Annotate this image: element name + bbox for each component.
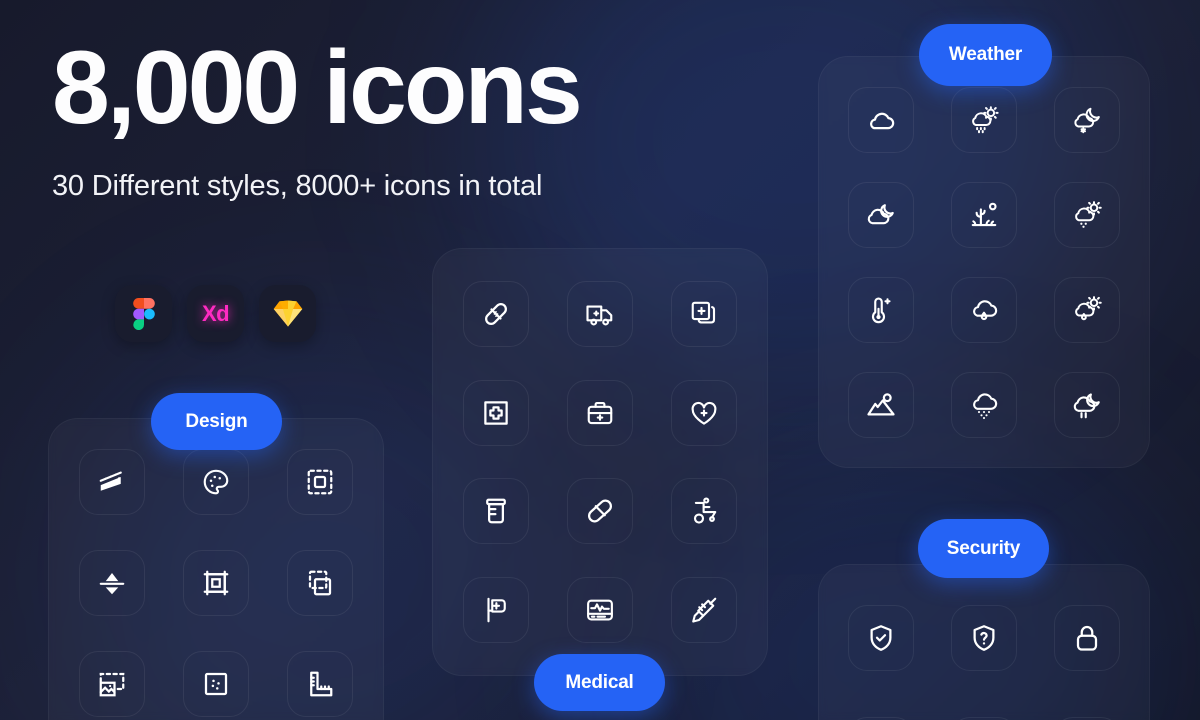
icon-tile-cloud-drizzle[interactable] [950,276,1017,343]
icon-tile-sun-rain[interactable] [950,86,1017,153]
cloud-drizzle-icon [973,299,998,320]
icon-tile-syringe[interactable] [671,577,737,644]
icon-tile-image-placeholder[interactable] [79,650,145,717]
category-pill-weather[interactable]: Weather [919,24,1052,86]
figma-icon [132,297,155,330]
icon-tile-ambulance[interactable] [567,280,633,347]
icon-tile-moon-snow[interactable] [1053,86,1120,153]
icon-tile-wheelchair[interactable] [671,478,737,545]
icon-tile-shield-check[interactable] [848,605,915,671]
app-logo-adobe-xd[interactable]: Xd [187,285,244,342]
icon-tile-medical-records[interactable] [671,280,737,347]
icon-tile-shield-question[interactable] [950,605,1017,671]
icon-tile-heart-monitor[interactable] [567,577,633,644]
icon-tile-selection-dashed[interactable] [287,449,353,516]
medical-kit-icon [587,401,613,424]
icon-tile-cloud-rain[interactable] [1053,371,1120,438]
shield-question-icon [973,625,995,651]
category-panel-medical [432,248,768,676]
category-panel-weather [818,56,1150,468]
icon-tile-paint-palette[interactable] [183,449,249,516]
category-panel-design [48,418,384,720]
sun-cloud-drop-icon [1074,295,1102,320]
desert-temperature-icon [971,202,997,226]
icon-tile-ruler-square[interactable] [287,650,353,717]
icon-tile-cloud-moon[interactable] [848,181,915,248]
icon-tile-scatter-dots[interactable] [183,650,249,717]
ruler-square-icon [310,671,333,697]
category-pill-medical[interactable]: Medical [534,654,665,711]
icon-tile-frame[interactable] [183,549,249,616]
syringe-icon [692,597,717,623]
shield-check-icon [870,625,892,651]
icon-tile-mountain-sun[interactable] [848,371,915,438]
category-panel-security [818,564,1150,720]
selection-dashed-icon [307,469,333,495]
icon-tile-cloud[interactable] [848,86,915,153]
icon-tile-iv-drip[interactable] [463,577,529,644]
bandage-icon [485,302,507,325]
app-logo-sketch[interactable] [259,285,316,342]
heart-plus-icon [691,401,717,425]
app-logo-figma[interactable] [115,285,172,342]
icon-tile-pill-bottle[interactable] [463,478,529,545]
sun-rain-icon [972,105,999,133]
sun-snow-icon [1074,200,1102,228]
page-subtitle: 30 Different styles, 8000+ icons in tota… [52,169,543,202]
icon-tile-first-aid-frame[interactable] [463,379,529,446]
icon-tile-flip-vertical[interactable] [79,549,145,616]
color-gradient-icon [99,471,122,492]
medical-records-icon [691,301,716,324]
category-pill-security[interactable]: Security [918,519,1049,578]
icon-tile-cloud-hail[interactable] [950,371,1017,438]
icon-tile-medical-kit[interactable] [567,379,633,446]
pill-bottle-icon [486,499,506,524]
cloud-hail-icon [973,392,998,419]
scatter-dots-icon [204,672,228,695]
sketch-icon [273,300,302,327]
page-title: 8,000 icons [52,30,583,146]
duplicate-dashed-icon [308,570,332,596]
cloud-rain-icon [1073,392,1100,418]
cloud-moon-icon [868,203,895,224]
supported-apps-row: Xd [115,285,316,342]
heart-monitor-icon [587,599,613,621]
frame-icon [203,570,229,596]
icon-tile-bandage[interactable] [463,280,529,347]
lock-icon [1076,625,1097,651]
mountain-sun-icon [867,392,895,415]
flip-vertical-icon [99,572,125,595]
icon-tile-duplicate-dashed[interactable] [287,549,353,616]
adobe-xd-label: Xd [201,300,230,326]
icon-tile-sun-snow[interactable] [1053,181,1120,248]
ambulance-icon [586,305,613,326]
icon-tile-heart-plus[interactable] [671,379,737,446]
poster-stage: 8,000 icons 30 Different styles, 8000+ i… [0,0,1200,720]
iv-drip-icon [487,597,506,623]
moon-snow-icon [1074,107,1100,133]
category-pill-design[interactable]: Design [151,393,282,450]
paint-palette-icon [203,470,229,495]
hero-text-block: 8,000 icons 30 Different styles, 8000+ i… [52,30,583,203]
cloud-icon [870,112,895,129]
thermometer-icon [872,297,891,323]
first-aid-frame-icon [484,400,508,425]
icon-tile-capsule[interactable] [567,478,633,545]
icon-tile-lock[interactable] [1053,605,1120,671]
image-placeholder-icon [99,672,125,697]
icon-tile-thermometer[interactable] [848,276,915,343]
capsule-icon [587,499,613,523]
wheelchair-icon [693,497,717,524]
icon-tile-color-gradient[interactable] [79,449,145,516]
icon-tile-sun-cloud-drop[interactable] [1053,276,1120,343]
icon-tile-desert-temperature[interactable] [950,181,1017,248]
